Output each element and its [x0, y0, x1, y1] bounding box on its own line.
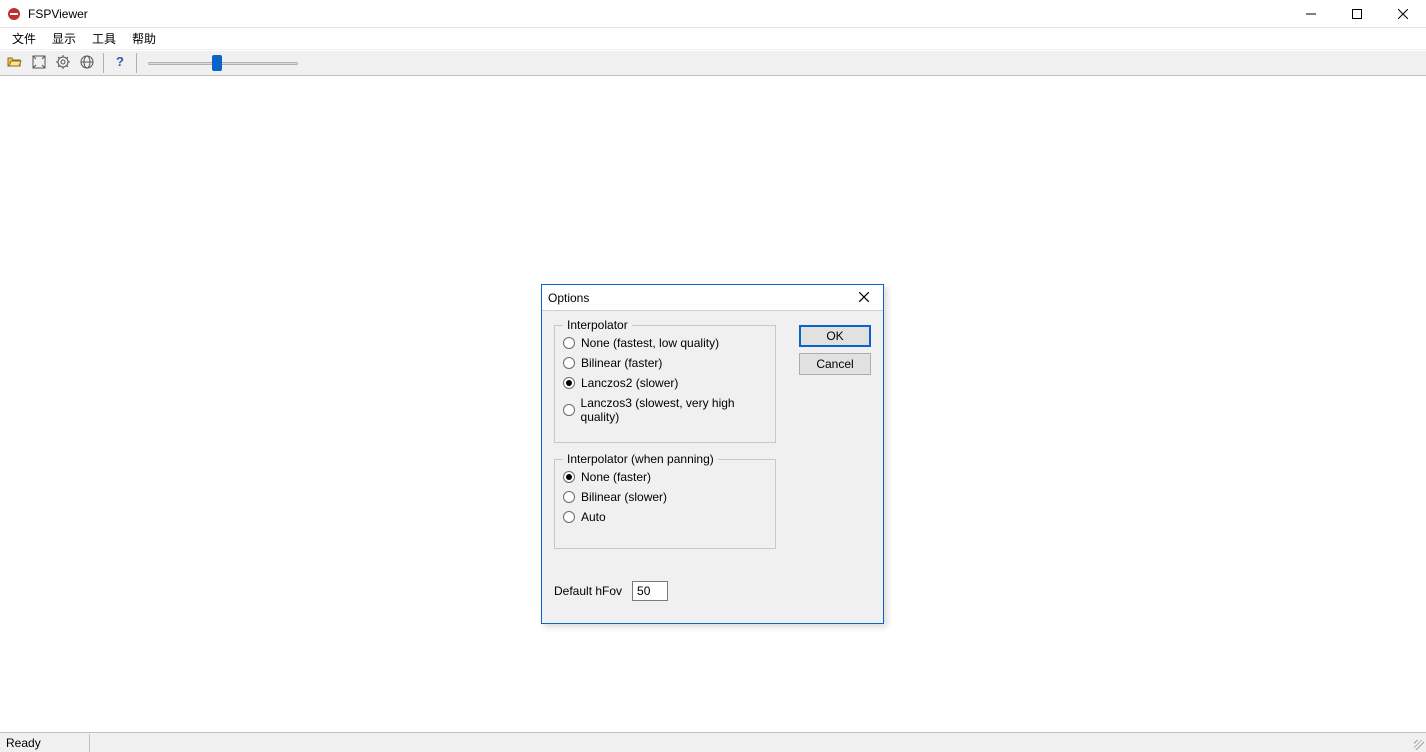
radio-label: None (faster) [581, 470, 651, 484]
statusbar: Ready [0, 732, 1426, 752]
status-ready: Ready [0, 734, 90, 752]
hfov-input[interactable]: 50 [632, 581, 668, 601]
radio-pan-bilinear[interactable]: Bilinear (slower) [563, 490, 767, 504]
resize-grip[interactable] [1408, 734, 1426, 752]
app-window: FSPViewer 文件 显示 工具 帮助 [0, 0, 1426, 752]
radio-lanczos3[interactable]: Lanczos3 (slowest, very high quality) [563, 396, 767, 424]
menu-file[interactable]: 文件 [4, 28, 44, 49]
maximize-button[interactable] [1334, 0, 1380, 28]
window-title: FSPViewer [28, 7, 88, 21]
radio-label: None (fastest, low quality) [581, 336, 719, 350]
radio-lanczos2[interactable]: Lanczos2 (slower) [563, 376, 767, 390]
radio-pan-auto[interactable]: Auto [563, 510, 767, 524]
svg-text:?: ? [116, 54, 124, 69]
radio-label: Lanczos2 (slower) [581, 376, 678, 390]
radio-icon [563, 357, 575, 369]
radio-icon [563, 511, 575, 523]
radio-icon [563, 491, 575, 503]
gear-icon [55, 54, 71, 73]
radio-pan-none[interactable]: None (faster) [563, 470, 767, 484]
menu-tools[interactable]: 工具 [84, 28, 124, 49]
dialog-title: Options [548, 291, 851, 305]
cancel-button[interactable]: Cancel [799, 353, 871, 375]
globe-button[interactable] [76, 52, 98, 74]
radio-icon [563, 337, 575, 349]
radio-icon [563, 404, 575, 416]
radio-icon [563, 377, 575, 389]
interpolator-group: Interpolator None (fastest, low quality)… [554, 325, 776, 443]
help-button[interactable]: ? [109, 52, 131, 74]
close-icon [859, 291, 869, 305]
fullscreen-icon [31, 54, 47, 73]
radio-label: Bilinear (faster) [581, 356, 662, 370]
slider-thumb[interactable] [212, 55, 222, 71]
settings-button[interactable] [52, 52, 74, 74]
help-icon: ? [112, 54, 128, 73]
group-legend: Interpolator (when panning) [563, 452, 718, 466]
radio-icon [563, 471, 575, 483]
interpolator-panning-group: Interpolator (when panning) None (faster… [554, 459, 776, 549]
menu-view[interactable]: 显示 [44, 28, 84, 49]
toolbar-separator [136, 53, 137, 73]
radio-bilinear[interactable]: Bilinear (faster) [563, 356, 767, 370]
globe-icon [79, 54, 95, 73]
content-area: anxz.com 安下载 Options Interpolator [0, 76, 1426, 732]
radio-label: Bilinear (slower) [581, 490, 667, 504]
zoom-slider[interactable] [148, 53, 298, 73]
slider-track [148, 62, 298, 65]
radio-none[interactable]: None (fastest, low quality) [563, 336, 767, 350]
app-icon [6, 6, 22, 22]
dialog-titlebar[interactable]: Options [542, 285, 883, 311]
close-button[interactable] [1380, 0, 1426, 28]
group-legend: Interpolator [563, 318, 632, 332]
fullscreen-button[interactable] [28, 52, 50, 74]
default-hfov-row: Default hFov 50 [554, 581, 668, 601]
folder-open-icon [7, 54, 23, 73]
toolbar-separator [103, 53, 104, 73]
ok-button[interactable]: OK [799, 325, 871, 347]
menubar: 文件 显示 工具 帮助 [0, 28, 1426, 50]
radio-label: Auto [581, 510, 606, 524]
titlebar: FSPViewer [0, 0, 1426, 28]
options-dialog: Options Interpolator None (fastest, low … [541, 284, 884, 624]
open-file-button[interactable] [4, 52, 26, 74]
hfov-label: Default hFov [554, 584, 622, 598]
dialog-close-button[interactable] [851, 287, 877, 309]
radio-label: Lanczos3 (slowest, very high quality) [581, 396, 767, 424]
minimize-button[interactable] [1288, 0, 1334, 28]
toolbar: ? [0, 50, 1426, 76]
menu-help[interactable]: 帮助 [124, 28, 164, 49]
dialog-body: Interpolator None (fastest, low quality)… [542, 311, 883, 623]
